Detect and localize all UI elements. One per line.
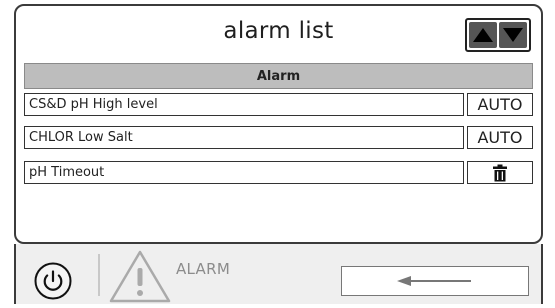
scroll-up-button[interactable] — [469, 22, 497, 48]
scroll-buttons — [465, 18, 531, 52]
auto-button[interactable]: AUTO — [467, 93, 533, 116]
page-title: alarm list — [223, 18, 334, 44]
alarm-label: ALARM — [176, 260, 231, 278]
alarm-name: pH Timeout — [24, 161, 464, 184]
power-icon — [34, 262, 72, 300]
triangle-up-icon — [473, 28, 493, 42]
delete-button[interactable] — [467, 161, 533, 184]
scroll-down-button[interactable] — [499, 22, 527, 48]
alarm-name: CHLOR Low Salt — [24, 126, 464, 149]
power-button[interactable] — [34, 262, 72, 300]
table-row: CS&D pH High level AUTO — [24, 93, 533, 116]
left-arrow-icon — [397, 276, 471, 286]
alarm-name: CS&D pH High level — [24, 93, 464, 116]
triangle-down-icon — [503, 28, 523, 42]
footer-divider — [98, 254, 100, 296]
table-row: CHLOR Low Salt AUTO — [24, 126, 533, 149]
auto-button[interactable]: AUTO — [467, 126, 533, 149]
table-header: Alarm — [24, 63, 533, 89]
warning-triangle-icon — [109, 250, 171, 303]
table-row: pH Timeout — [24, 161, 533, 184]
footer-bar: ALARM — [14, 244, 543, 304]
trash-icon — [493, 164, 507, 181]
alarm-indicator — [108, 248, 172, 304]
back-button[interactable] — [341, 266, 529, 296]
alarm-list-panel: alarm list Alarm CS&D pH High level AUTO… — [14, 4, 543, 244]
